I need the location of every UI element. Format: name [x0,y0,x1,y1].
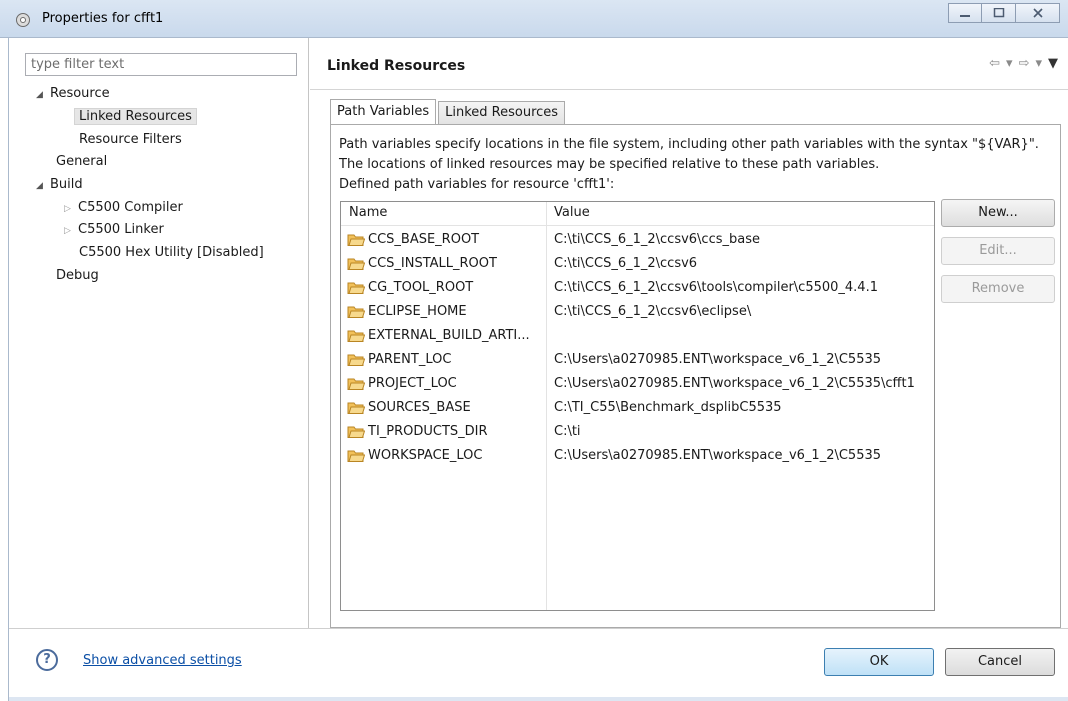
window-left-border [8,38,1068,701]
maximize-icon [993,8,1004,18]
close-icon [1032,8,1043,18]
window-title: Properties for cfft1 [42,11,164,26]
minimize-button[interactable] [948,3,982,23]
close-button[interactable] [1016,3,1060,23]
maximize-button[interactable] [982,3,1016,23]
properties-app-icon [16,13,30,27]
window-controls [948,3,1060,23]
window-titlebar[interactable]: Properties for cfft1 [0,0,1068,38]
minimize-icon [960,15,970,17]
